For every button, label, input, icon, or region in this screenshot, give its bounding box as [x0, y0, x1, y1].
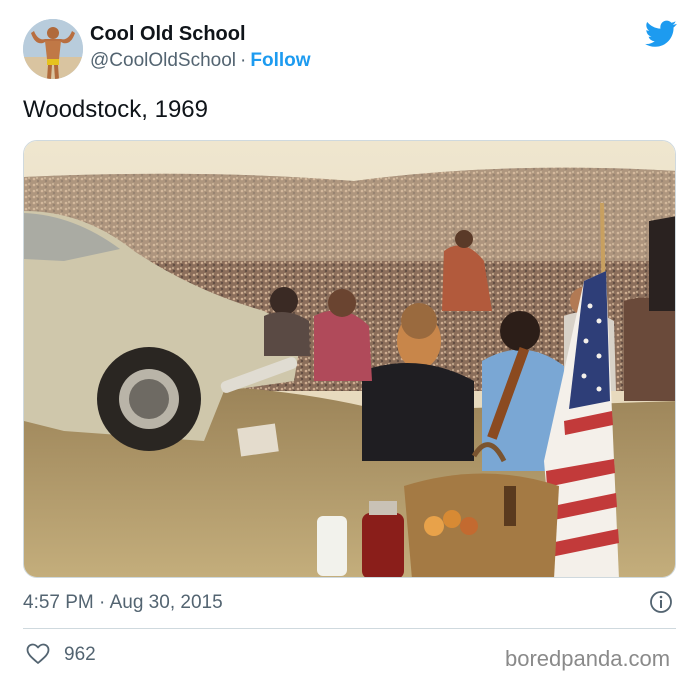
like-count: 962 [64, 644, 96, 665]
tweet-text: Woodstock, 1969 [23, 96, 209, 123]
bodybuilder-avatar-icon [23, 19, 83, 79]
follow-button[interactable]: Follow [250, 50, 310, 71]
author-handle-row: @CoolOldSchool · Follow [90, 50, 311, 72]
woodstock-festival-crowd-photo [24, 141, 675, 577]
heart-icon[interactable] [26, 643, 50, 665]
tweet-photo[interactable] [23, 140, 676, 578]
info-icon[interactable] [649, 590, 673, 614]
tweet-timestamp[interactable]: 4:57 PM · Aug 30, 2015 [23, 592, 223, 614]
twitter-bird-icon[interactable] [645, 20, 677, 48]
avatar[interactable] [23, 19, 83, 79]
author-handle[interactable]: @CoolOldSchool [90, 50, 236, 71]
separator-dot: · [240, 50, 247, 71]
author-name[interactable]: Cool Old School [90, 23, 246, 46]
watermark: boredpanda.com [505, 646, 671, 671]
divider [23, 628, 676, 629]
